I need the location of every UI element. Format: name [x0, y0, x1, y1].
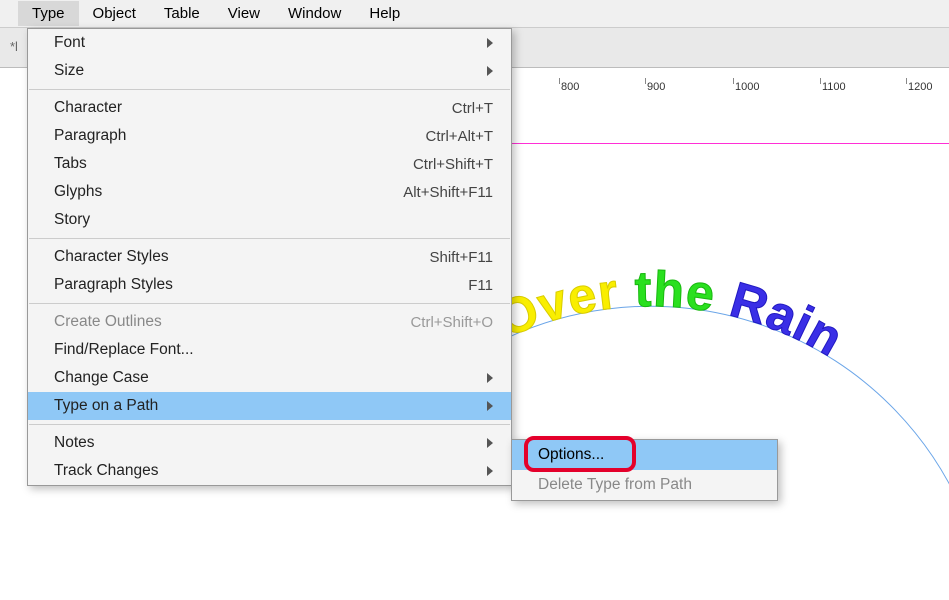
menu-item-change-case[interactable]: Change Case: [28, 364, 511, 392]
menu-separator: [29, 238, 510, 239]
menu-object[interactable]: Object: [79, 1, 150, 26]
type-on-a-path-submenu: Options... Delete Type from Path: [511, 439, 778, 501]
menu-type[interactable]: Type: [18, 1, 79, 26]
menu-view[interactable]: View: [214, 1, 274, 26]
menu-item-size[interactable]: Size: [28, 57, 511, 85]
menu-separator: [29, 89, 510, 90]
ruler-tick: 1200: [908, 81, 932, 93]
menu-item-notes[interactable]: Notes: [28, 429, 511, 457]
menu-item-glyphs[interactable]: GlyphsAlt+Shift+F11: [28, 178, 511, 206]
menu-item-tabs[interactable]: TabsCtrl+Shift+T: [28, 150, 511, 178]
menu-item-story[interactable]: Story: [28, 206, 511, 234]
menu-help[interactable]: Help: [355, 1, 414, 26]
menu-item-font[interactable]: Font: [28, 29, 511, 57]
chevron-right-icon: [487, 373, 493, 383]
menu-separator: [29, 303, 510, 304]
ruler-tick: 900: [647, 81, 665, 93]
submenu-item-delete-type-from-path: Delete Type from Path: [512, 470, 777, 500]
menu-item-paragraph-styles[interactable]: Paragraph StylesF11: [28, 271, 511, 299]
chevron-right-icon: [487, 66, 493, 76]
chevron-right-icon: [487, 38, 493, 48]
chevron-right-icon: [487, 466, 493, 476]
guide-line: [512, 143, 949, 144]
menu-table[interactable]: Table: [150, 1, 214, 26]
chevron-right-icon: [487, 401, 493, 411]
ruler-tick: 1100: [822, 81, 846, 93]
menu-item-create-outlines: Create OutlinesCtrl+Shift+O: [28, 308, 511, 336]
menu-item-track-changes[interactable]: Track Changes: [28, 457, 511, 485]
menu-item-character[interactable]: CharacterCtrl+T: [28, 94, 511, 122]
menu-item-paragraph[interactable]: ParagraphCtrl+Alt+T: [28, 122, 511, 150]
menubar: Type Object Table View Window Help: [0, 0, 949, 28]
menu-item-character-styles[interactable]: Character StylesShift+F11: [28, 243, 511, 271]
menu-window[interactable]: Window: [274, 1, 355, 26]
type-menu-dropdown: Font Size CharacterCtrl+T ParagraphCtrl+…: [27, 28, 512, 486]
ruler-tick: 1000: [735, 81, 759, 93]
menu-item-type-on-a-path[interactable]: Type on a Path: [28, 392, 511, 420]
menu-item-find-replace-font[interactable]: Find/Replace Font...: [28, 336, 511, 364]
document-tab-label[interactable]: *l: [10, 39, 18, 54]
menu-separator: [29, 424, 510, 425]
submenu-item-options[interactable]: Options...: [512, 440, 777, 470]
chevron-right-icon: [487, 438, 493, 448]
ruler-tick: 800: [561, 81, 579, 93]
